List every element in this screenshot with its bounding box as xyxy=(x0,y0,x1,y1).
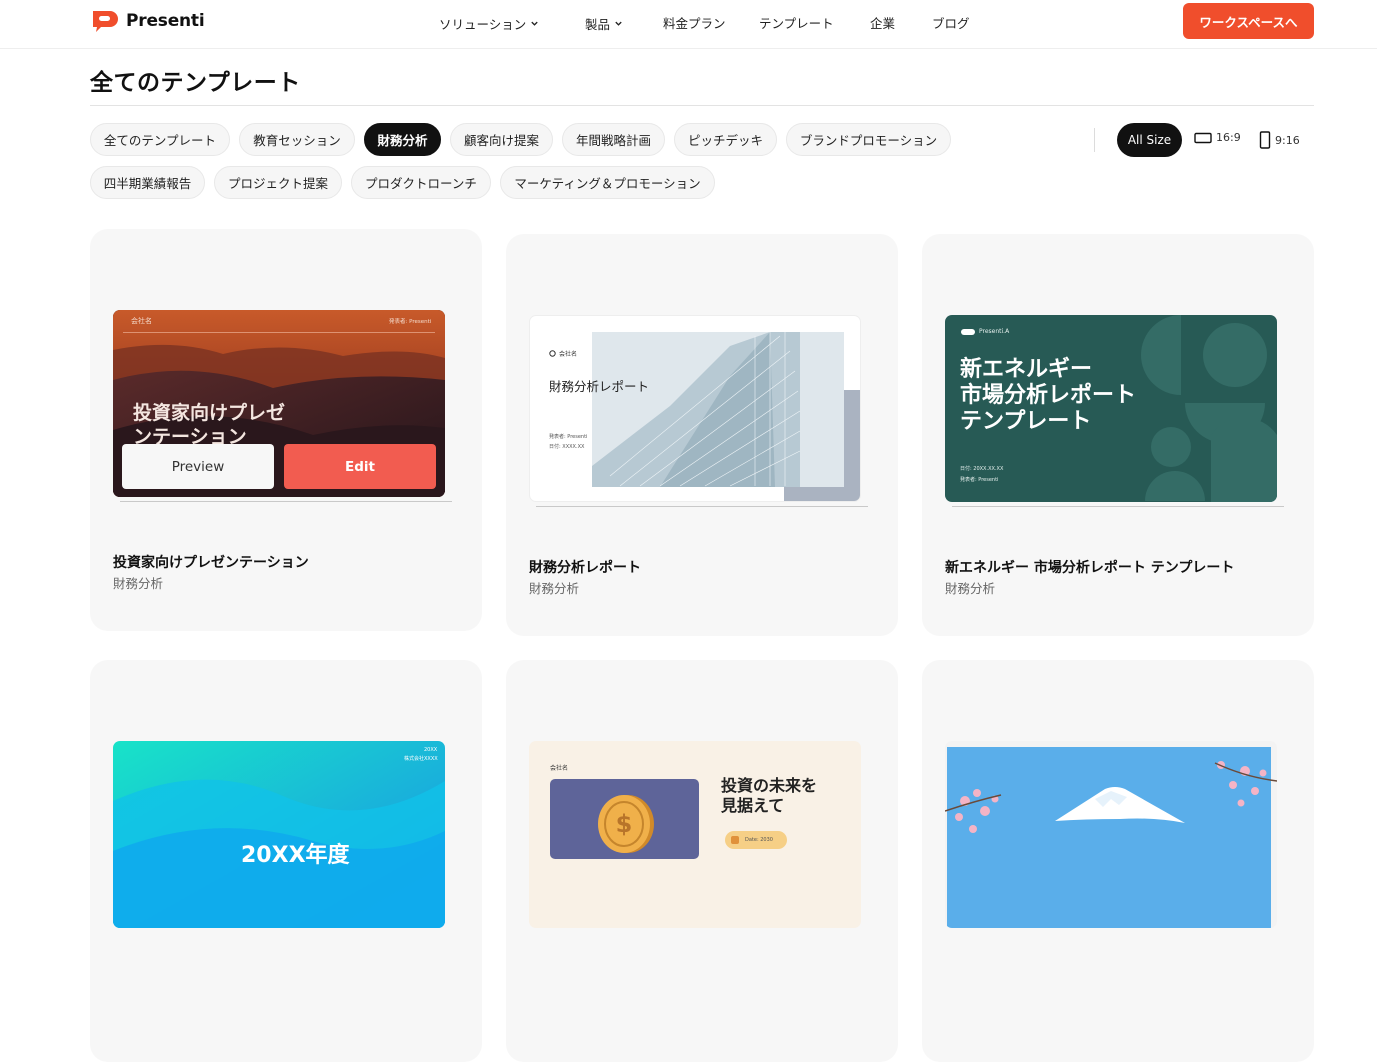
thumb-logo: Presenti.A xyxy=(979,328,1010,335)
main-nav: ソリューション 製品 料金プラン テンプレート 企業 ブログ xyxy=(0,13,1377,33)
thumb-heading: 財務分析レポート xyxy=(549,379,650,394)
thumb-date: 日付: 20XX.XX.XX xyxy=(960,466,1004,472)
thumb-heading-2: 見据えて xyxy=(721,796,785,815)
thumb-heading-1: 投資家向けプレゼ xyxy=(133,402,286,424)
template-thumbnail xyxy=(945,741,1277,928)
date-tag: Date: 2030 xyxy=(725,831,787,849)
thumb-presenter: 発表者: Presenti xyxy=(549,434,588,440)
nav-templates[interactable]: テンプレート xyxy=(759,13,834,32)
template-card[interactable]: Presenti.A 新エネルギー 市場分析レポート テンプレート 日付: 20… xyxy=(922,234,1314,636)
chevron-down-icon xyxy=(615,21,622,26)
template-card[interactable] xyxy=(922,660,1314,1062)
thumb-underline xyxy=(120,501,452,502)
edit-button[interactable]: Edit xyxy=(284,444,436,489)
chevron-down-icon xyxy=(531,21,538,26)
size-16-9-button[interactable]: 16:9 xyxy=(1194,131,1241,144)
nav-solutions[interactable]: ソリューション xyxy=(439,14,539,33)
thumb-heading-1: 新エネルギー xyxy=(960,357,1093,382)
filter-education[interactable]: 教育セッション xyxy=(239,123,355,156)
filter-product-launch[interactable]: プロダクトローンチ xyxy=(351,166,491,199)
thumb-heading: 20XX年度 xyxy=(241,843,350,868)
size-9-16-label: 9:16 xyxy=(1275,133,1300,147)
title-divider xyxy=(90,105,1314,106)
template-thumbnail: 20XX 株式会社XXXX 20XX年度 xyxy=(113,741,445,928)
company-logo-icon xyxy=(549,350,556,357)
nav-products-label: 製品 xyxy=(585,17,611,32)
filter-annual-strategy[interactable]: 年間戦略計画 xyxy=(562,123,665,156)
filter-pitch-deck[interactable]: ピッチデッキ xyxy=(674,123,777,156)
template-thumbnail: Presenti.A 新エネルギー 市場分析レポート テンプレート 日付: 20… xyxy=(945,315,1277,502)
thumb-date: 日付: XXXX.XX xyxy=(549,444,585,450)
nav-pricing[interactable]: 料金プラン xyxy=(663,13,726,32)
thumb-rule xyxy=(123,332,435,333)
thumb-company: 会社名 xyxy=(559,351,578,358)
nav-blog[interactable]: ブログ xyxy=(932,13,970,32)
filter-divider xyxy=(1094,128,1095,152)
filter-quarterly-report[interactable]: 四半期業績報告 xyxy=(90,166,205,199)
calendar-icon xyxy=(731,836,739,844)
nav-company[interactable]: 企業 xyxy=(870,13,895,32)
thumb-underline xyxy=(536,506,868,507)
glass-building-image xyxy=(592,332,860,501)
card-category: 財務分析 xyxy=(113,576,164,591)
nav-products[interactable]: 製品 xyxy=(585,14,623,33)
thumb-company: 会社名 xyxy=(131,317,152,325)
card-category: 財務分析 xyxy=(945,581,996,596)
template-thumbnail: 会社名 財務分析レポート 発表者: Presenti 日付: XXXX.XX xyxy=(529,315,861,502)
preview-button[interactable]: Preview xyxy=(122,444,274,489)
cyan-wave-image xyxy=(113,741,445,928)
thumb-heading-2: 市場分析レポート xyxy=(960,383,1137,408)
mount-fuji-image xyxy=(945,747,1277,928)
size-9-16-button[interactable]: 9:16 xyxy=(1259,131,1300,149)
presenti-badge-icon xyxy=(961,329,975,335)
card-title[interactable]: 財務分析レポート xyxy=(529,557,641,577)
card-title[interactable]: 投資家向けプレゼンテーション xyxy=(113,552,309,572)
top-header: Presenti ソリューション 製品 料金プラン テンプレート 企業 ブログ … xyxy=(0,0,1377,49)
svg-text:$: $ xyxy=(616,810,633,838)
filter-client-proposal[interactable]: 顧客向け提案 xyxy=(450,123,553,156)
filter-financial-analysis[interactable]: 財務分析 xyxy=(364,123,441,156)
nav-solutions-label: ソリューション xyxy=(439,17,527,32)
filter-all-templates[interactable]: 全てのテンプレート xyxy=(90,123,230,156)
template-thumbnail: 会社名 発表者: Presenti 投資家向けプレゼ ンテーション Previe… xyxy=(113,310,445,497)
filter-brand-promotion[interactable]: ブランドプロモーション xyxy=(786,123,951,156)
thumb-heading-1: 投資の未来を xyxy=(721,776,818,795)
filter-project-proposal[interactable]: プロジェクト提案 xyxy=(214,166,342,199)
template-card[interactable]: 会社名 $ 投資の未来を 見据えて Date: 2030 xyxy=(506,660,898,1062)
page-title: 全てのテンプレート xyxy=(90,70,301,96)
size-all-button[interactable]: All Size xyxy=(1117,123,1182,157)
filter-marketing[interactable]: マーケティング＆プロモーション xyxy=(500,166,715,199)
thumb-company: 株式会社XXXX xyxy=(404,756,438,762)
card-title[interactable]: 新エネルギー 市場分析レポート テンプレート xyxy=(945,557,1234,577)
landscape-icon xyxy=(1194,132,1212,143)
size-16-9-label: 16:9 xyxy=(1216,131,1241,144)
template-card[interactable]: 会社名 発表者: Presenti 投資家向けプレゼ ンテーション Previe… xyxy=(90,229,482,631)
template-thumbnail: 会社名 $ 投資の未来を 見据えて Date: 2030 xyxy=(529,741,861,928)
workspace-button[interactable]: ワークスペースへ xyxy=(1183,3,1314,39)
portrait-icon xyxy=(1259,131,1271,149)
thumb-presenter: 発表者: Presenti xyxy=(960,477,999,483)
date-tag-label: Date: 2030 xyxy=(745,837,773,843)
template-card[interactable]: 会社名 財務分析レポート 発表者: Presenti 日付: XXXX.XX 財… xyxy=(506,234,898,636)
thumb-presenter: 発表者: Presenti xyxy=(389,319,432,325)
thumb-year: 20XX xyxy=(424,747,438,753)
thumb-heading-3: テンプレート xyxy=(960,409,1092,434)
thumb-underline xyxy=(952,506,1284,507)
gold-coin-image: $ xyxy=(550,779,699,859)
card-category: 財務分析 xyxy=(529,581,580,596)
template-card[interactable]: 20XX 株式会社XXXX 20XX年度 xyxy=(90,660,482,1062)
thumb-company: 会社名 xyxy=(550,765,569,772)
